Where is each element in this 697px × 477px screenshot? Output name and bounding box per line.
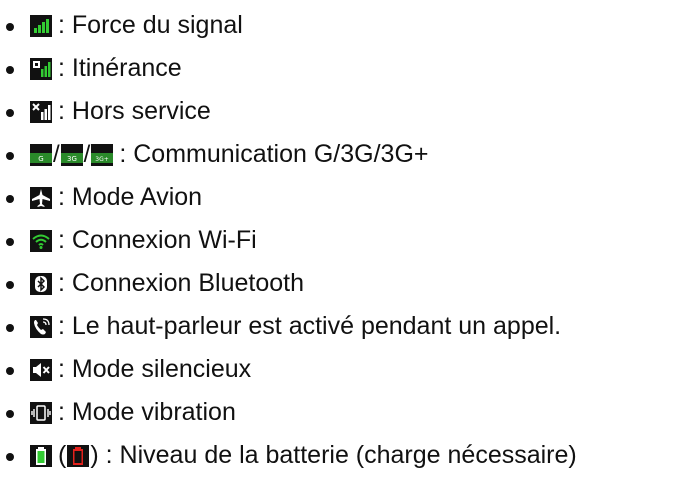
badge-g: G — [38, 155, 43, 163]
separator: / — [83, 140, 91, 168]
no-service-icon — [30, 100, 52, 123]
item-label: : Le haut-parleur est activé pendant un … — [58, 312, 562, 340]
signal-strength-icon — [30, 14, 52, 37]
item-label: : Communication G/3G/3G+ — [119, 140, 429, 168]
bullet — [6, 108, 14, 117]
battery-full-icon — [30, 444, 52, 467]
list-item: : Hors service — [0, 90, 697, 133]
bullet — [6, 194, 14, 203]
list-item: : Mode silencieux — [0, 348, 697, 391]
bullet — [6, 22, 14, 31]
vibration-icon — [30, 401, 52, 424]
wifi-icon — [30, 229, 52, 252]
item-label: : Connexion Bluetooth — [58, 269, 305, 297]
item-label: : Hors service — [58, 97, 211, 125]
bullet — [6, 452, 14, 461]
badge-3g-plus: 3G+ — [96, 156, 110, 163]
speakerphone-icon — [30, 315, 52, 338]
paren-open: ( — [58, 441, 67, 469]
bluetooth-icon — [30, 272, 52, 295]
network-g-icon: G — [30, 143, 52, 166]
item-label: : Mode vibration — [58, 398, 236, 426]
list-item: G / 3G / 3G+ : Communication G/3G/3G+ — [0, 133, 697, 176]
list-item: : Mode Avion — [0, 176, 697, 219]
item-label: : Itinérance — [58, 54, 182, 82]
separator: / — [53, 140, 60, 168]
bullet — [6, 151, 14, 160]
list-item: ( ) : Niveau de la batterie (charge néce… — [0, 434, 697, 477]
bullet — [6, 366, 14, 375]
item-label: : Mode silencieux — [58, 355, 252, 383]
item-label: : Force du signal — [58, 11, 243, 39]
network-3g-icon: 3G — [60, 143, 83, 166]
bullet — [6, 65, 14, 74]
list-item: : Le haut-parleur est activé pendant un … — [0, 305, 697, 348]
airplane-icon — [30, 186, 52, 209]
list-item: : Itinérance — [0, 47, 697, 90]
item-label: : Mode Avion — [58, 183, 203, 211]
list-item: : Force du signal — [0, 4, 697, 47]
item-label: : Niveau de la batterie (charge nécessai… — [105, 441, 577, 469]
list-item: : Connexion Wi-Fi — [0, 219, 697, 262]
network-3g-plus-icon: 3G+ — [91, 143, 114, 166]
bullet — [6, 409, 14, 418]
roaming-icon — [30, 57, 52, 80]
paren-close: ) — [90, 441, 99, 469]
status-icon-list: : Force du signal : Itinérance : Hors se… — [0, 4, 697, 477]
bullet — [6, 280, 14, 289]
list-item: : Mode vibration — [0, 391, 697, 434]
item-label: : Connexion Wi-Fi — [58, 226, 257, 254]
silent-mode-icon — [30, 358, 52, 381]
bullet — [6, 323, 14, 332]
list-item: : Connexion Bluetooth — [0, 262, 697, 305]
badge-3g: 3G — [67, 155, 77, 163]
bullet — [6, 237, 14, 246]
battery-low-icon — [67, 444, 90, 467]
